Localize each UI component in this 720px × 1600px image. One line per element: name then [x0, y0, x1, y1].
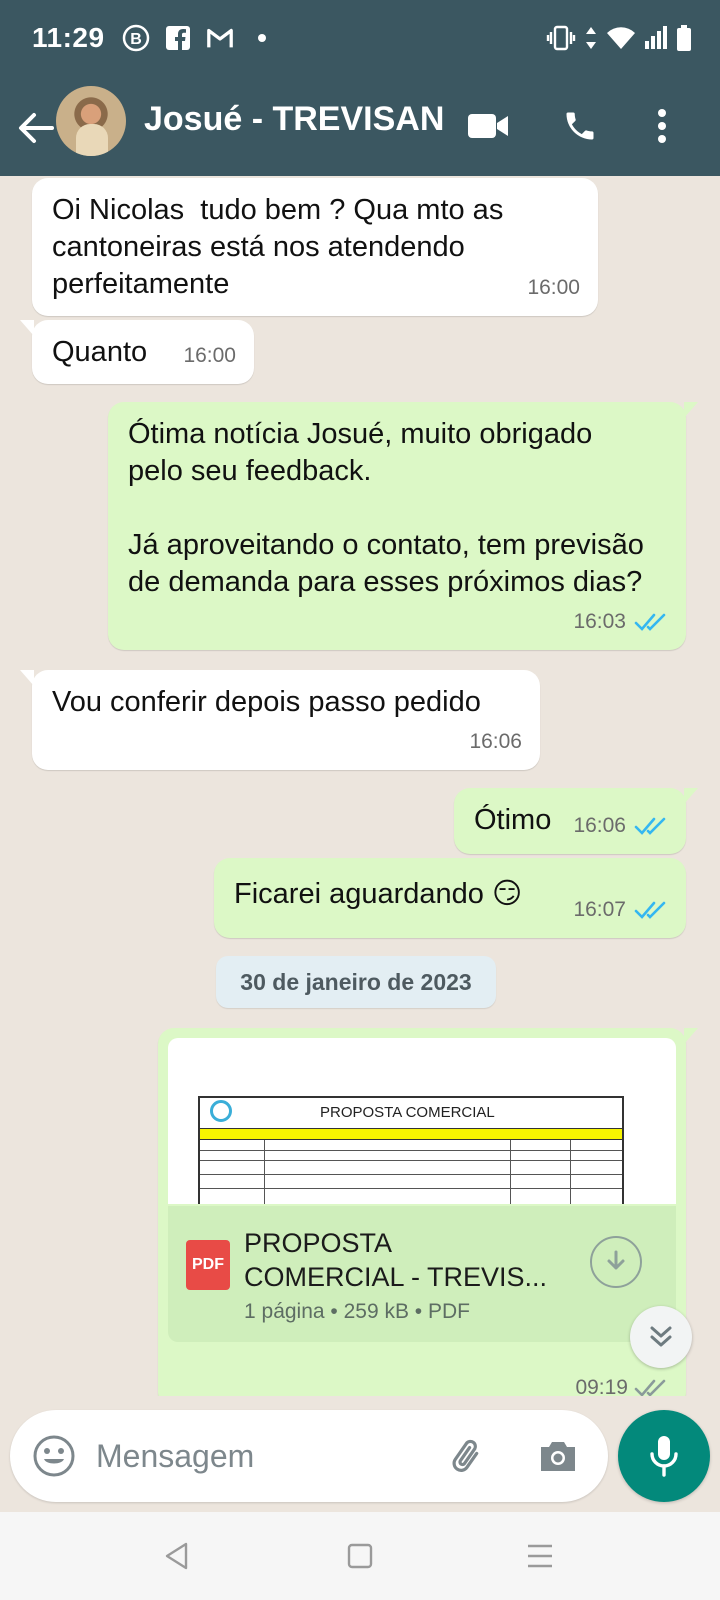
- message-text: Ótima notícia Josué, muito obrigado pelo…: [128, 418, 644, 598]
- document-sheet: PROPOSTA COMERCIAL: [198, 1096, 624, 1204]
- video-call-icon: [468, 114, 508, 138]
- emoji-button[interactable]: [30, 1432, 78, 1480]
- gmail-icon: [206, 24, 234, 52]
- bubble-tail: [20, 670, 34, 686]
- pdf-icon: PDF: [186, 1240, 230, 1290]
- message-meta: 16:00: [183, 337, 236, 374]
- wifi-icon: [606, 25, 636, 56]
- bubble-tail: [684, 402, 698, 418]
- notification-icons: B: [122, 24, 276, 52]
- message-outgoing[interactable]: Ótimo 16:06: [454, 788, 698, 854]
- message-time: 16:03: [573, 610, 626, 633]
- document-file-row[interactable]: PDF PROPOSTA COMERCIAL - TREVIS... 1 pág…: [168, 1206, 676, 1342]
- message-incoming[interactable]: Quanto 16:00: [20, 320, 254, 384]
- read-ticks-icon: [634, 1379, 666, 1396]
- message-meta: 16:03: [573, 603, 668, 640]
- double-chevron-down-icon: [650, 1326, 672, 1347]
- vibrate-icon: [546, 25, 576, 56]
- chat-area[interactable]: Oi Nicolas tudo bem ? Qua mto as cantone…: [0, 176, 720, 1396]
- message-time: 09:19: [575, 1376, 628, 1396]
- message-time: 16:00: [527, 276, 580, 299]
- message-meta: 16:06: [469, 723, 522, 760]
- date-separator: 30 de janeiro de 2023: [216, 956, 496, 1008]
- battery-icon: [676, 24, 692, 57]
- dot-icon: [248, 24, 276, 52]
- message-outgoing[interactable]: Ficarei aguardando 😏 16:07: [214, 858, 686, 938]
- nav-back-button[interactable]: [154, 1534, 198, 1578]
- camera-button[interactable]: [534, 1432, 582, 1480]
- data-arrows-icon: [584, 25, 598, 56]
- system-status-icons: [546, 24, 692, 57]
- more-options-button[interactable]: [634, 98, 690, 154]
- contact-name[interactable]: Josué - TREVISAN: [144, 100, 444, 139]
- message-text: Oi Nicolas tudo bem ? Qua mto as cantone…: [52, 194, 512, 300]
- download-button[interactable]: [590, 1236, 642, 1288]
- document-info: 1 página • 259 kB • PDF: [244, 1300, 470, 1323]
- message-incoming[interactable]: Oi Nicolas tudo bem ? Qua mto as cantone…: [32, 178, 598, 316]
- message-meta: 16:07: [573, 891, 668, 928]
- square-home-icon: [347, 1543, 373, 1569]
- menu-recents-icon: [528, 1544, 552, 1568]
- message-outgoing[interactable]: Ótima notícia Josué, muito obrigado pelo…: [108, 402, 698, 650]
- back-arrow-icon: [19, 113, 54, 143]
- document-name: PROPOSTA COMERCIAL - TREVIS...: [244, 1226, 564, 1294]
- message-composer: [10, 1410, 608, 1502]
- table-line: [570, 1140, 571, 1204]
- status-time: 11:29: [32, 22, 105, 53]
- bubble-tail: [684, 1028, 698, 1044]
- message-meta: 16:06: [573, 807, 668, 844]
- message-incoming[interactable]: Vou conferir depois passo pedido 16:06: [20, 670, 540, 770]
- read-ticks-icon: [634, 901, 666, 919]
- bubble-tail: [684, 788, 698, 804]
- company-logo-icon: [210, 1100, 232, 1122]
- voice-call-button[interactable]: [552, 98, 608, 154]
- message-time: 16:06: [469, 730, 522, 753]
- microphone-icon: [650, 1436, 678, 1477]
- system-navigation-bar: [0, 1512, 720, 1600]
- message-time: 16:00: [183, 344, 236, 367]
- read-ticks-icon: [634, 613, 666, 631]
- scroll-to-bottom-button[interactable]: [630, 1306, 692, 1368]
- contact-avatar[interactable]: [56, 86, 126, 156]
- chat-header: Josué - TREVISAN: [0, 80, 720, 176]
- signal-icon: [644, 25, 668, 56]
- message-meta: 09:19: [575, 1376, 668, 1396]
- back-button[interactable]: [14, 102, 58, 154]
- facebook-icon: [164, 24, 192, 52]
- message-document[interactable]: PROPOSTA COMERCIAL PDF PROPOSTA COMERCIA…: [158, 1028, 698, 1396]
- triangle-back-icon: [165, 1542, 188, 1570]
- read-ticks-icon: [634, 817, 666, 835]
- bubble-tail: [20, 320, 34, 336]
- message-time: 16:07: [573, 898, 626, 921]
- document-preview[interactable]: PROPOSTA COMERCIAL: [168, 1038, 676, 1204]
- table-line: [510, 1140, 511, 1204]
- document-header-band: [200, 1128, 622, 1140]
- camera-icon: [541, 1442, 575, 1471]
- attach-button[interactable]: [444, 1432, 492, 1480]
- document-name-line: PROPOSTA: [244, 1228, 393, 1258]
- video-call-button[interactable]: [460, 98, 516, 154]
- emoji-icon: [33, 1435, 75, 1477]
- more-vert-icon: [658, 109, 666, 143]
- message-input[interactable]: [96, 1426, 426, 1486]
- paperclip-icon: [452, 1439, 479, 1472]
- voice-record-button[interactable]: [618, 1410, 710, 1502]
- message-time: 16:06: [573, 814, 626, 837]
- phone-icon: [566, 112, 594, 140]
- nav-recents-button[interactable]: [518, 1534, 562, 1578]
- document-name-line: COMERCIAL - TREVIS...: [244, 1262, 548, 1292]
- svg-text:B: B: [130, 31, 142, 48]
- status-bar: 11:29 B: [0, 0, 720, 80]
- table-line: [264, 1140, 265, 1204]
- message-meta: 16:00: [527, 269, 580, 306]
- b-circle-icon: B: [122, 24, 150, 52]
- message-text: Vou conferir depois passo pedido: [52, 686, 481, 718]
- document-preview-title: PROPOSTA COMERCIAL: [320, 1104, 495, 1121]
- nav-home-button[interactable]: [338, 1534, 382, 1578]
- download-icon: [607, 1250, 625, 1270]
